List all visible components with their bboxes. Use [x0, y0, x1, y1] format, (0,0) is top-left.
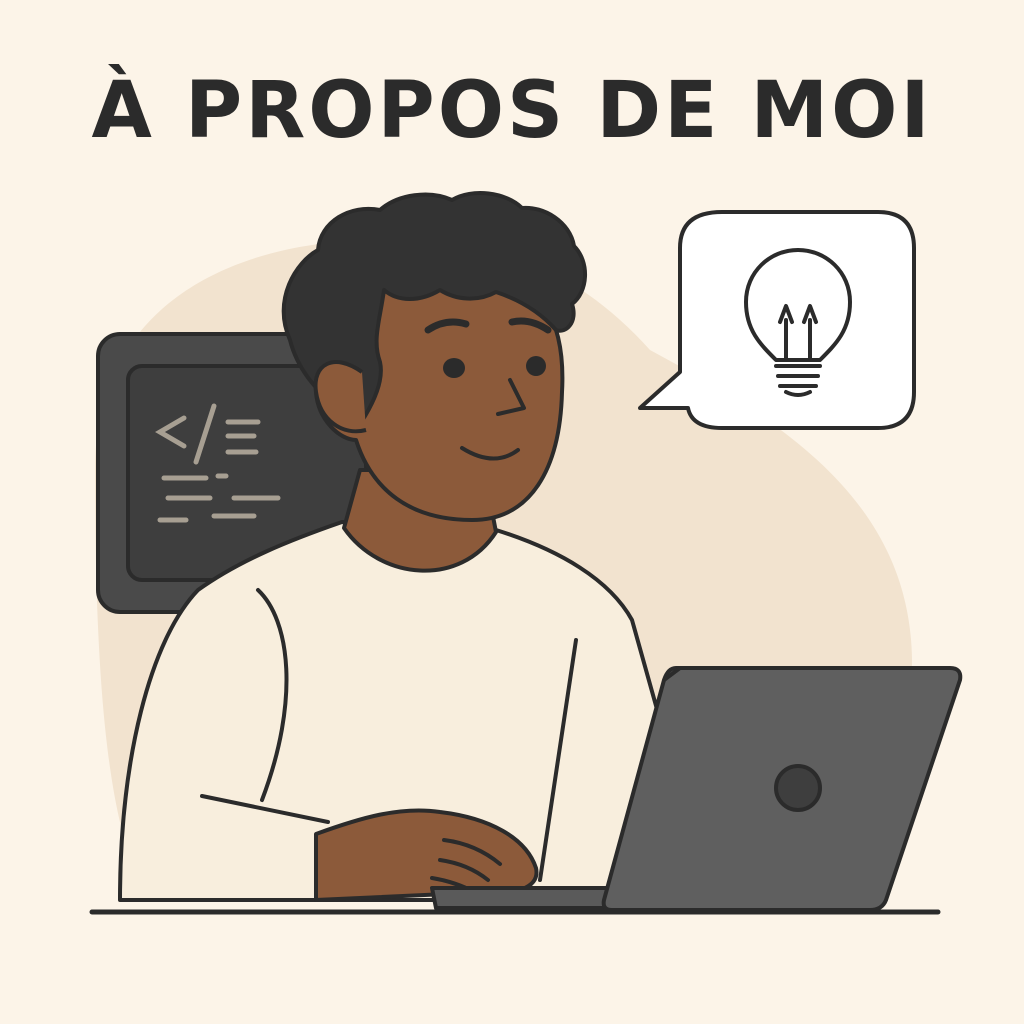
left-eye: [443, 358, 465, 378]
speech-bubble: [638, 210, 916, 430]
camera-dot-icon: [774, 764, 822, 812]
right-eye: [526, 356, 546, 376]
laptop-base: [430, 886, 626, 910]
scene: [89, 191, 963, 915]
about-me-illustration: À PROPOS DE MOI: [0, 0, 1024, 1024]
